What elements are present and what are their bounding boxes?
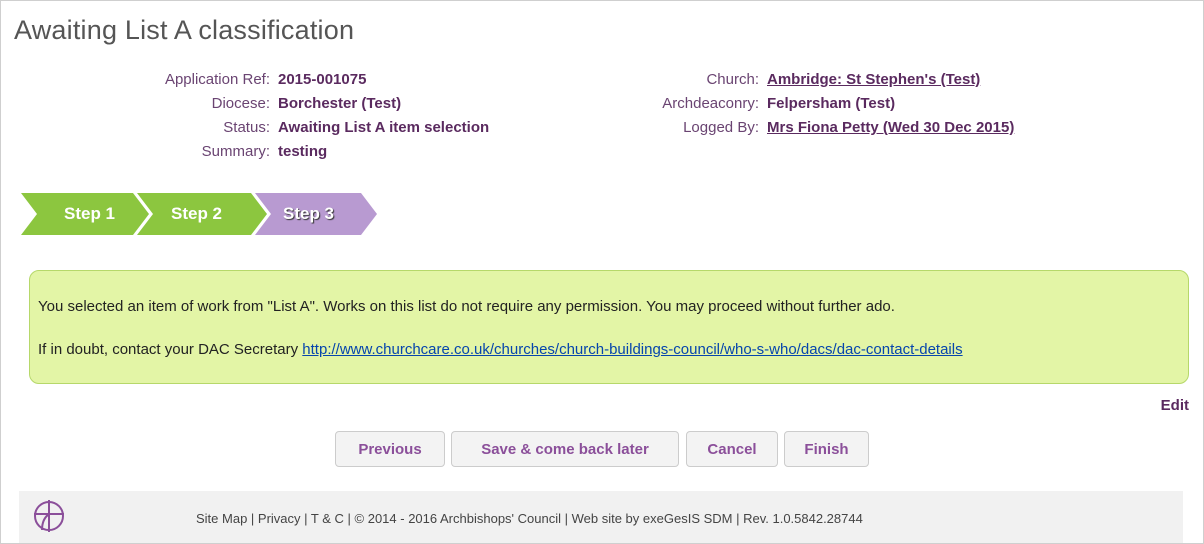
finish-button[interactable]: Finish — [784, 431, 869, 467]
footer-copyright: © 2014 - 2016 Archbishops' Council — [354, 511, 561, 526]
summary-row: Summary: testing — [21, 140, 489, 164]
logged-by-link[interactable]: Mrs Fiona Petty (Wed 30 Dec 2015) — [767, 119, 1014, 136]
summary-label: Summary: — [201, 143, 270, 160]
church-cross-logo-icon[interactable] — [33, 499, 65, 538]
footer-links: Site Map | Privacy | T & C | © 2014 - 20… — [196, 511, 863, 526]
footer-separator: | — [732, 511, 744, 526]
notice-message: You selected an item of work from "List … — [38, 298, 895, 315]
status-value: Awaiting List A item selection — [278, 119, 490, 136]
step-2-label[interactable]: Step 2 — [171, 193, 222, 235]
cancel-button[interactable]: Cancel — [686, 431, 778, 467]
application-ref-label: Application Ref: — [164, 71, 270, 88]
summary-value: testing — [278, 143, 328, 160]
page-title: Awaiting List A classification — [14, 15, 355, 45]
previous-button[interactable]: Previous — [335, 431, 445, 467]
dac-contact-link[interactable]: http://www.churchcare.co.uk/churches/chu… — [302, 341, 962, 358]
status-row: Status: Awaiting List A item selection — [21, 116, 489, 140]
step-3-label: Step 3 — [283, 204, 335, 223]
footer-privacy-link[interactable]: Privacy — [258, 511, 301, 526]
footer-separator: | — [343, 511, 355, 526]
footer-revision: Rev. 1.0.5842.28744 — [743, 511, 863, 526]
list-a-notice: You selected an item of work from "List … — [29, 270, 1189, 384]
diocese-row: Diocese: Borchester (Test) — [21, 92, 489, 116]
church-row: Church: Ambridge: St Stephen's (Test) — [603, 68, 1014, 92]
footer-credit-link[interactable]: Web site by exeGesIS SDM — [572, 511, 733, 526]
footer-separator: | — [300, 511, 311, 526]
footer-separator: | — [561, 511, 572, 526]
footer-site-map-link[interactable]: Site Map — [196, 511, 247, 526]
notice-contact-line: If in doubt, contact your DAC Secretary … — [38, 341, 963, 358]
diocese-label: Diocese: — [211, 95, 270, 112]
edit-link[interactable]: Edit — [1161, 397, 1189, 414]
application-details-right: Church: Ambridge: St Stephen's (Test) Arc… — [603, 68, 1014, 140]
archdeaconry-label: Archdeaconry: — [662, 95, 759, 112]
archdeaconry-row: Archdeaconry: Felpersham (Test) — [603, 92, 1014, 116]
archdeaconry-value: Felpersham (Test) — [767, 95, 896, 112]
diocese-value: Borchester (Test) — [278, 95, 402, 112]
status-label: Status: — [223, 119, 270, 136]
notice-contact-prefix: If in doubt, contact your DAC Secretary — [38, 341, 299, 358]
logged-by-label: Logged By: — [683, 119, 759, 136]
footer-terms-link[interactable]: T & C — [311, 511, 344, 526]
church-label: Church: — [706, 71, 759, 88]
church-link[interactable]: Ambridge: St Stephen's (Test) — [767, 71, 980, 88]
save-come-back-later-button[interactable]: Save & come back later — [451, 431, 679, 467]
application-details-left: Application Ref: 2015-001075 Diocese: Borc… — [21, 68, 489, 164]
step-1-label[interactable]: Step 1 — [64, 193, 115, 235]
step-progress: Step 1 Step 2 Step 3 — [21, 193, 401, 235]
application-ref-row: Application Ref: 2015-001075 — [21, 68, 489, 92]
logged-by-row: Logged By: Mrs Fiona Petty (Wed 30 Dec 20… — [603, 116, 1014, 140]
footer-separator: | — [247, 511, 258, 526]
application-ref-value: 2015-001075 — [278, 71, 367, 88]
page-frame: Awaiting List A classification Applicati… — [0, 0, 1204, 544]
site-footer: Site Map | Privacy | T & C | © 2014 - 20… — [19, 491, 1183, 543]
